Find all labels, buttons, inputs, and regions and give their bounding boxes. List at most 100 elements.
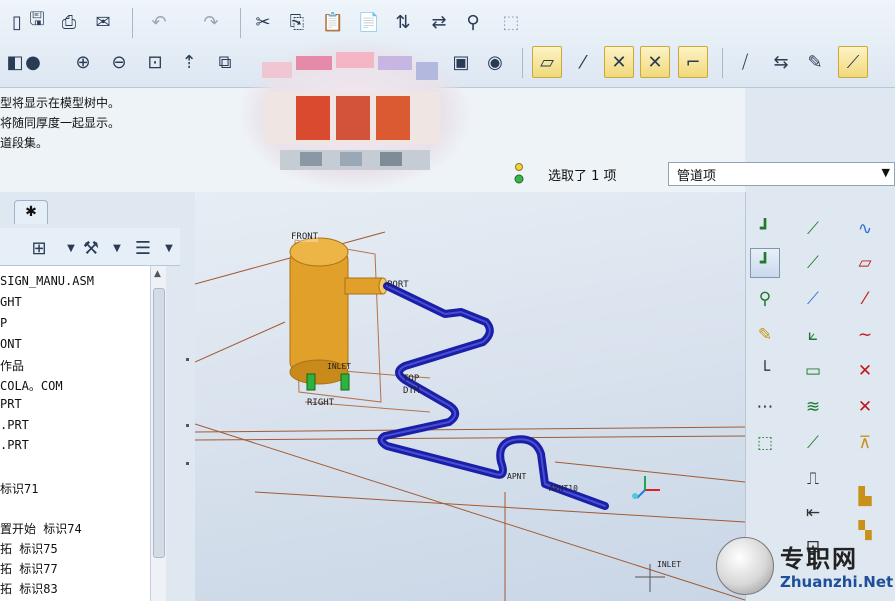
watermark-ball-logo [716,537,774,595]
datum-curve-icon[interactable]: ∼ [850,320,880,350]
tree-scrollbar[interactable]: ▲ [150,266,166,601]
csys-icon[interactable]: ⌐ [678,46,708,78]
view-manager-icon[interactable]: ⧉ [210,46,240,78]
datum-label-right: RIGHT [307,398,335,408]
pipe-solid-icon[interactable]: ⟋ [838,46,868,78]
datum-plane-icon[interactable]: ▱ [850,248,880,278]
scrollbar-thumb[interactable] [153,288,165,558]
analysis-icon[interactable]: ▙ [850,482,880,512]
tree-item[interactable]: .PRT [0,438,29,452]
zoom-out-icon[interactable]: ⊖ [104,46,134,78]
zoom-in-icon[interactable]: ⊕ [68,46,98,78]
model-view [195,231,745,601]
datum-point-icon[interactable]: ✕ [850,356,880,386]
sphere-icon[interactable]: ● [18,46,48,78]
extend-icon[interactable]: ⟋ [798,214,828,244]
tree-toolbar: ⊞ ▼ ⚒ ▼ ☰ ▼ [0,228,180,266]
email-icon[interactable]: ✉ [88,6,118,38]
datum-label-port: PORT [387,280,409,290]
tree-item[interactable]: 标识71 [0,480,38,497]
flange-icon[interactable]: ▭ [798,356,828,386]
tree-item[interactable]: 拓 标识77 [0,560,58,577]
follow-pipe-icon[interactable]: ┛ [750,248,780,278]
selection-count: 选取了 1 项 [548,169,617,184]
watermark: 专职网 Zhuanzhi.Net [708,533,895,601]
tree-item[interactable]: COLA。COM [0,377,63,394]
save-icon[interactable]: 🖫 [22,6,52,38]
sketch-curve-icon[interactable]: ∿ [850,214,880,244]
pencil-icon[interactable]: ✎ [750,320,780,350]
tree-item[interactable]: SIGN_MANU.ASM [0,274,94,288]
paste-icon[interactable]: 📋 [318,6,348,38]
insert-icon[interactable]: ⇤ [798,498,828,528]
datum-label-apnt9: APNT [507,472,527,481]
flex-icon[interactable]: ≋ [798,392,828,422]
pipe-route-icon[interactable]: ⧸ [730,46,760,78]
copy-icon[interactable]: ⎘ [282,6,312,38]
undo-icon[interactable]: ↶ [144,6,174,38]
datum-point-icon[interactable]: ✕ [604,46,634,78]
pipe-info-icon[interactable]: ✎ [800,46,830,78]
datum-label-front: FRONT [291,232,319,242]
appearance-icon[interactable]: ◉ [480,46,510,78]
tree-item[interactable]: ONT [0,337,22,351]
find-icon[interactable]: ⚲ [458,6,488,38]
refit-icon[interactable]: ⊡ [140,46,170,78]
tree-item[interactable]: PRT [0,397,22,411]
datum-axis-icon[interactable]: ⁄ [568,46,598,78]
cut-icon[interactable]: ✂ [248,6,278,38]
folder-tab-icon[interactable]: ✱ [14,200,48,224]
datum-label-inlet: INLET [327,362,352,371]
tree-settings-icon[interactable]: ⊞ [24,232,54,264]
model-tree: SIGN_MANU.ASM GHT P ONT 作品 COLA。COM PRT … [0,266,150,601]
datum-label-dtm: DTM [403,386,420,396]
watermark-url: Zhuanzhi.Net [780,573,894,591]
switch-icon[interactable]: ⇄ [424,6,454,38]
tree-item[interactable]: GHT [0,295,22,309]
datum-label-inlet2: INLET [657,560,682,569]
fitting-icon[interactable]: ⬚ [750,428,780,458]
valve-icon[interactable]: ⚲ [750,284,780,314]
route-pipe-icon[interactable]: ┛ [750,214,780,244]
selection-filter-select[interactable]: 管道项 ▼ [668,162,895,186]
tree-item[interactable]: 拓 标识75 [0,540,58,557]
scroll-up-icon[interactable]: ▲ [154,269,161,279]
offset-point-icon[interactable]: ✕ [850,392,880,422]
tree-item[interactable]: 置开始 标识74 [0,520,82,537]
cap-icon[interactable]: ⟋ [798,428,828,458]
tree-item[interactable]: 拓 标识83 [0,580,58,597]
status-light-icon [514,163,524,184]
message-line: 道段集。 [0,136,49,150]
panel-splitter[interactable] [180,228,195,601]
datum-label-top: TOP [403,374,420,384]
csys-icon[interactable]: ⊼ [850,428,880,458]
line-icon[interactable]: ⟋ [798,284,828,314]
csys-icon [632,476,660,499]
tree-item[interactable]: .PRT [0,418,29,432]
grid-icon[interactable]: ⋯ [750,392,780,422]
point-display-icon[interactable]: ✕ [640,46,670,78]
message-line: 型将显示在模型树中。 [0,96,121,110]
print-icon[interactable]: ⎙ [54,6,84,38]
filter-value: 管道项 [677,168,717,184]
datum-axis-icon[interactable]: ⁄ [850,284,880,314]
orient-icon[interactable]: ⇡ [174,46,204,78]
tree-item[interactable]: 作品 [0,357,24,374]
datum-plane-icon[interactable]: ▱ [532,46,562,78]
regenerate-icon[interactable]: ⇅ [388,6,418,38]
chevron-down-icon[interactable]: ▼ [882,166,890,179]
tree-item[interactable]: P [0,316,7,330]
tree-tab-bar: ✱ [0,192,195,228]
select-box-icon[interactable]: ⬚ [496,6,526,38]
pipe-extend-icon[interactable]: ⇆ [766,46,796,78]
branch-icon[interactable]: ⟀ [798,320,828,350]
segment-icon[interactable]: ⟋ [798,248,828,278]
bracket-icon[interactable]: ⎍ [798,464,828,494]
watermark-title: 专职网 [780,545,858,573]
datum-label-apnt10: APNT10 [549,484,578,493]
paste-special-icon[interactable]: 📄 [354,6,384,38]
graphics-window[interactable]: FRONT PORT INLET TOP DTM RIGHT APNT APNT… [195,192,745,601]
blurred-logo [240,40,470,190]
corner-icon[interactable]: └ [750,356,780,386]
redo-icon[interactable]: ↷ [196,6,226,38]
